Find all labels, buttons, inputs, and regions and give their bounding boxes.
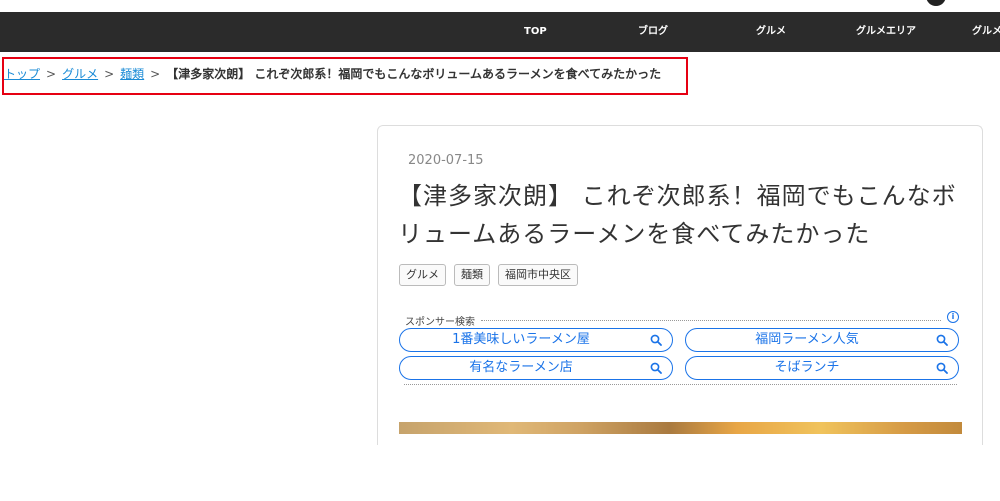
article-hero-image [399, 422, 962, 434]
post-date: 2020-07-15 [408, 153, 484, 168]
top-strip [0, 0, 1000, 12]
sponsor-search-label: 福岡ラーメン人気 [755, 332, 859, 347]
search-icon [650, 362, 662, 374]
breadcrumb-current: 【津多家次朗】 これぞ次郎系！福岡でもこんなボリュームあるラーメンを食べてみたか… [166, 67, 662, 81]
breadcrumb-separator: > [104, 67, 115, 81]
sponsor-search-label: そばランチ [774, 360, 840, 375]
sponsor-divider-bottom [404, 384, 957, 385]
breadcrumb-separator: > [150, 67, 161, 81]
user-avatar-icon[interactable] [926, 0, 946, 6]
sponsor-search-label: 有名なラーメン店 [469, 360, 573, 375]
sponsor-search-button-3[interactable]: 有名なラーメン店 [399, 356, 673, 380]
sponsor-search-button-4[interactable]: そばランチ [685, 356, 959, 380]
tag-noodles[interactable]: 麺類 [454, 264, 490, 286]
search-icon [936, 334, 948, 346]
nav-item-gourmet[interactable]: グルメ [756, 12, 786, 52]
breadcrumb: トップ > グルメ > 麺類 > 【津多家次朗】 これぞ次郎系！福岡でもこんなボリュームある… [2, 57, 688, 95]
search-icon [650, 334, 662, 346]
tag-fukuoka-chuo[interactable]: 福岡市中央区 [498, 264, 578, 286]
nav-item-gourmet-area[interactable]: グルメエリア [856, 12, 916, 52]
sponsor-search-button-2[interactable]: 福岡ラーメン人気 [685, 328, 959, 352]
search-icon [936, 362, 948, 374]
breadcrumb-link-noodles[interactable]: 麺類 [120, 67, 144, 81]
breadcrumb-separator: > [46, 67, 57, 81]
global-nav: TOP ブログ グルメ グルメエリア グルメ [0, 12, 1000, 52]
tag-list: グルメ 麺類 福岡市中央区 [399, 264, 578, 286]
breadcrumb-link-gourmet[interactable]: グルメ [62, 67, 98, 81]
breadcrumb-link-top[interactable]: トップ [4, 67, 40, 81]
sponsor-search-label: 1番美味しいラーメン屋 [452, 332, 590, 347]
sponsor-divider-top [481, 320, 941, 321]
sponsor-label: スポンサー検索 [405, 313, 479, 328]
info-icon[interactable]: i [947, 311, 959, 323]
nav-item-top[interactable]: TOP [524, 12, 547, 52]
sponsor-search: スポンサー検索 i 1番美味しいラーメン屋 福岡ラーメン人気 有名なラーメン店 [399, 310, 962, 386]
tag-gourmet[interactable]: グルメ [399, 264, 446, 286]
article-card: 2020-07-15 【津多家次朗】 これぞ次郎系！福岡でもこんなボリュームある… [377, 125, 983, 445]
nav-item-blog[interactable]: ブログ [638, 12, 668, 52]
article-title: 【津多家次朗】 これぞ次郎系！福岡でもこんなボリュームあるラーメンを食べてみたか… [398, 182, 957, 248]
sponsor-search-button-1[interactable]: 1番美味しいラーメン屋 [399, 328, 673, 352]
nav-item-gourmet-more[interactable]: グルメ [972, 12, 1000, 52]
